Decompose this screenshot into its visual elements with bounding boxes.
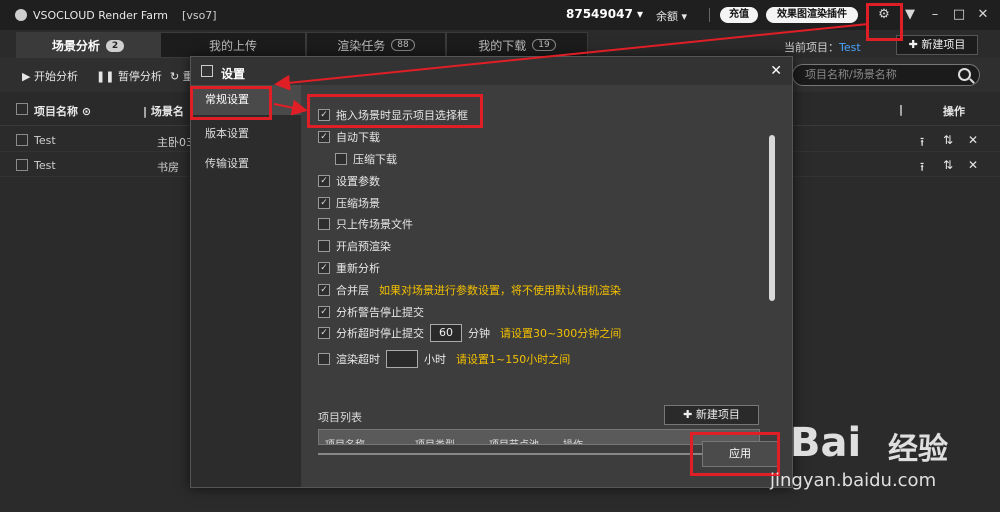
baidu-watermark: Bai 经验 jingyan.baidu.com <box>770 400 1000 512</box>
arrow-general-to-option <box>273 99 308 116</box>
watermark-brand-cn: 经验 <box>888 432 948 467</box>
watermark-brand: Bai <box>790 420 862 466</box>
watermark-url: jingyan.baidu.com <box>770 470 937 491</box>
arrow-gear-to-general <box>274 23 869 91</box>
